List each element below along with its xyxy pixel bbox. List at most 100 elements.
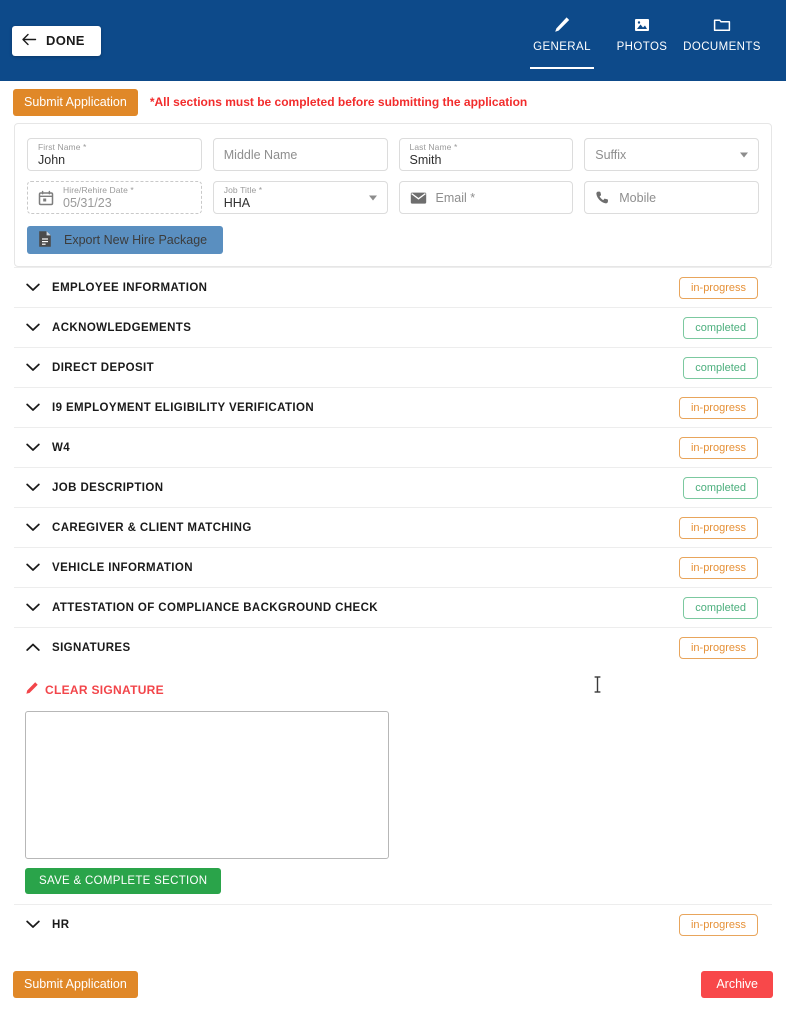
section-row-hr[interactable]: HR in-progress [14, 904, 772, 944]
tab-photos-label: PHOTOS [616, 41, 668, 53]
email-field[interactable]: Email * [398, 181, 574, 214]
folder-icon [712, 13, 732, 37]
section-title: EMPLOYEE INFORMATION [52, 281, 208, 294]
section-title: SIGNATURES [52, 641, 131, 654]
status-badge: in-progress [678, 276, 758, 299]
chevron-down-icon[interactable] [14, 323, 52, 332]
middle-name-field[interactable]: Middle Name [212, 138, 388, 171]
tab-photos[interactable]: PHOTOS [602, 13, 682, 61]
section-title: CAREGIVER & CLIENT MATCHING [52, 521, 252, 534]
job-title-select[interactable]: Job Title * HHA [212, 181, 388, 214]
done-button[interactable]: DONE [12, 25, 101, 56]
tab-documents-label: DOCUMENTS [683, 41, 761, 53]
hire-date-value: 05/31/23 [63, 195, 112, 210]
section-title: JOB DESCRIPTION [52, 481, 164, 494]
chevron-down-icon[interactable] [14, 523, 52, 532]
suffix-select[interactable]: Suffix [584, 138, 759, 171]
status-badge: in-progress [678, 436, 758, 459]
job-title-value: HHA [223, 195, 251, 210]
middle-name-placeholder: Middle Name [223, 147, 298, 162]
status-badge: completed [683, 596, 758, 619]
signature-canvas[interactable] [25, 711, 389, 859]
status-badge: completed [683, 316, 758, 339]
archive-button[interactable]: Archive [701, 970, 773, 998]
export-new-hire-package-button[interactable]: Export New Hire Package [27, 226, 224, 254]
arrow-left-icon [22, 33, 37, 49]
chevron-down-icon[interactable] [14, 603, 52, 612]
first-name-field[interactable]: First Name * John [27, 138, 202, 171]
section-row-i9-employment-eligibility-verification[interactable]: I9 EMPLOYMENT ELIGIBILITY VERIFICATION i… [14, 387, 772, 427]
first-name-label: First Name * [38, 142, 87, 152]
pencil-icon [25, 681, 39, 698]
section-row-w4[interactable]: W4 in-progress [14, 427, 772, 467]
save-complete-section-button[interactable]: SAVE & COMPLETE SECTION [25, 868, 222, 894]
document-icon [37, 230, 53, 251]
clear-signature-button[interactable]: CLEAR SIGNATURE [25, 681, 164, 698]
chevron-down-icon[interactable] [14, 483, 52, 492]
chevron-down-icon[interactable] [14, 403, 52, 412]
job-title-label: Job Title * [223, 185, 263, 195]
phone-icon [595, 190, 610, 205]
section-title: ATTESTATION OF COMPLIANCE BACKGROUND CHE… [52, 601, 379, 614]
tab-documents[interactable]: DOCUMENTS [682, 13, 762, 61]
email-placeholder: Email * [435, 190, 476, 205]
section-title: DIRECT DEPOSIT [52, 361, 155, 374]
submit-application-button-top[interactable]: Submit Application [13, 88, 138, 116]
mail-icon [410, 191, 427, 205]
section-row-acknowledgements[interactable]: ACKNOWLEDGEMENTS completed [14, 307, 772, 347]
chevron-down-icon[interactable] [14, 563, 52, 572]
image-icon [632, 13, 652, 37]
form-row-2: Hire/Rehire Date * 05/31/23 Job Title * … [27, 181, 759, 214]
submit-bar: Submit Application *All sections must be… [0, 81, 786, 123]
top-navigation-bar: DONE GENERAL PHOTOS DOCUMENTS [0, 0, 786, 81]
status-badge: in-progress [678, 396, 758, 419]
pencil-icon [552, 13, 572, 37]
section-row-job-description[interactable]: JOB DESCRIPTION completed [14, 467, 772, 507]
section-row-vehicle-information[interactable]: VEHICLE INFORMATION in-progress [14, 547, 772, 587]
status-badge: completed [683, 476, 758, 499]
section-title: W4 [52, 441, 71, 454]
section-row-caregiver-client-matching[interactable]: CAREGIVER & CLIENT MATCHING in-progress [14, 507, 772, 547]
employee-form-card: First Name * John Middle Name Last Name … [14, 123, 772, 267]
suffix-placeholder: Suffix [595, 147, 627, 162]
hire-date-field[interactable]: Hire/Rehire Date * 05/31/23 [27, 181, 202, 214]
chevron-up-icon[interactable] [14, 643, 52, 652]
last-name-value: Smith [409, 152, 442, 167]
calendar-icon [38, 190, 54, 206]
section-row-employee-information[interactable]: EMPLOYEE INFORMATION in-progress [14, 267, 772, 307]
chevron-down-icon [740, 152, 748, 157]
last-name-label: Last Name * [409, 142, 458, 152]
section-row-direct-deposit[interactable]: DIRECT DEPOSIT completed [14, 347, 772, 387]
export-button-label: Export New Hire Package [64, 233, 208, 247]
form-row-1: First Name * John Middle Name Last Name … [27, 138, 759, 171]
chevron-down-icon[interactable] [14, 363, 52, 372]
chevron-down-icon [368, 195, 377, 200]
header-tabs: GENERAL PHOTOS DOCUMENTS [522, 0, 762, 81]
done-button-label: DONE [46, 33, 85, 48]
signatures-panel: CLEAR SIGNATURE SAVE & COMPLETE SECTION [14, 667, 772, 904]
chevron-down-icon[interactable] [14, 443, 52, 452]
chevron-down-icon[interactable] [14, 283, 52, 292]
status-badge: completed [683, 356, 758, 379]
mobile-field[interactable]: Mobile [584, 181, 759, 214]
section-title: HR [52, 918, 70, 931]
chevron-down-icon[interactable] [14, 920, 52, 929]
section-title: I9 EMPLOYMENT ELIGIBILITY VERIFICATION [52, 401, 315, 414]
sections-accordion: EMPLOYEE INFORMATION in-progress ACKNOWL… [0, 267, 786, 959]
tab-general-label: GENERAL [533, 41, 591, 53]
section-row-signatures[interactable]: SIGNATURES in-progress [14, 627, 772, 667]
status-badge: in-progress [678, 913, 758, 936]
submit-application-button-bottom[interactable]: Submit Application [13, 970, 138, 998]
status-badge: in-progress [678, 516, 758, 539]
submit-warning-text: *All sections must be completed before s… [149, 95, 528, 109]
section-title: VEHICLE INFORMATION [52, 561, 193, 574]
first-name-value: John [38, 152, 66, 167]
section-row-attestation-of-compliance-background-check[interactable]: ATTESTATION OF COMPLIANCE BACKGROUND CHE… [14, 587, 772, 627]
application-page: DONE GENERAL PHOTOS DOCUMENTS Submit App… [0, 0, 786, 1009]
last-name-field[interactable]: Last Name * Smith [398, 138, 574, 171]
footer-bar: Submit Application Archive [0, 959, 786, 1009]
tab-general[interactable]: GENERAL [522, 13, 602, 69]
status-badge: in-progress [678, 636, 758, 659]
mobile-placeholder: Mobile [619, 190, 657, 205]
clear-signature-label: CLEAR SIGNATURE [45, 682, 164, 697]
